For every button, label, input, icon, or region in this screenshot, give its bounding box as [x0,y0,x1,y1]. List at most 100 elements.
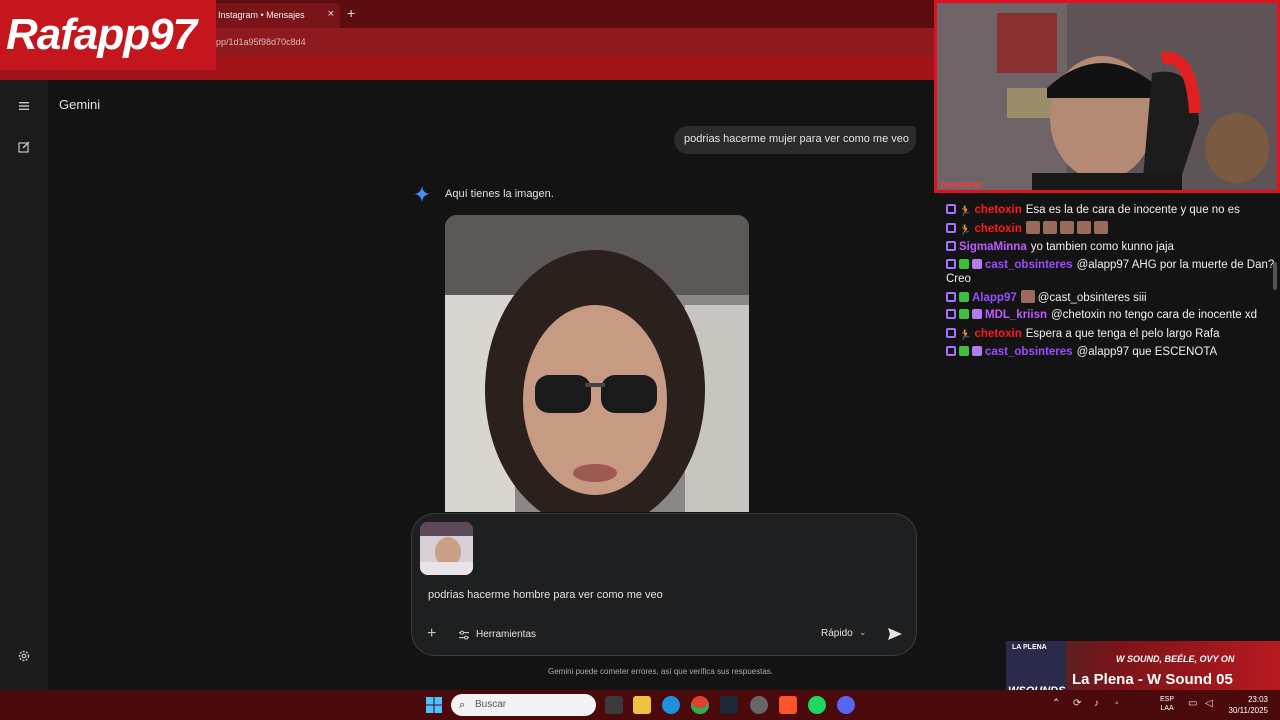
chat-username[interactable]: MDL_kriisn [985,309,1047,321]
chat-username[interactable]: chetoxin [974,223,1021,235]
tray-network-icon[interactable]: ◦ [1115,698,1119,709]
run-badge-icon: 🏃 [959,206,972,217]
gift-badge-icon [972,259,982,269]
attached-image-thumbnail[interactable] [420,522,473,575]
now-playing-artists: W SOUND, BEÉLE, OVY ON [1116,654,1235,664]
tab-instagram-messages[interactable]: Instagram • Mensajes × [210,3,340,28]
volume-icon[interactable]: ♪ [1094,698,1099,709]
assistant-reply-text: Aquí tienes la imagen. [445,188,554,200]
user-message-bubble: podrias hacerme mujer para ver como me v… [674,126,916,154]
system-clock[interactable]: 23:03 30/11/2025 [1224,694,1268,716]
chevron-down-icon[interactable]: ⌄ [859,627,867,638]
edit-icon[interactable] [16,139,32,155]
purple-badge-icon [946,241,956,251]
url-text: pp/1d1a95f98d70c8d4 [216,37,306,47]
chat-scrollbar[interactable] [1273,262,1277,290]
chat-text: @alapp97 que ESCENOTA [1076,346,1218,358]
search-icon: ⌕ [459,699,466,711]
emote-icon [1059,221,1074,234]
display-icon[interactable]: ▭ [1188,698,1197,709]
send-icon[interactable] [886,625,904,643]
gift-badge-icon [972,346,982,356]
clock-date: 30/11/2025 [1228,706,1268,715]
run-badge-icon: 🏃 [959,330,972,341]
app-title: Gemini [59,97,101,112]
chat-message: 🏃 chetoxin [946,221,1276,236]
generated-image[interactable] [445,215,749,512]
language-code: ESP [1160,696,1175,703]
now-playing-title: La Plena - W Sound 05 [1072,671,1233,688]
purple-badge-icon [946,346,956,356]
discord-icon[interactable] [837,696,855,714]
file-explorer-icon[interactable] [633,696,651,714]
chat-text: @cast_obsinteres siii [1037,292,1147,304]
green-badge-icon [959,346,969,356]
green-badge-icon [959,309,969,319]
tray-chevron-up-icon[interactable]: ⌃ [1052,698,1060,709]
chat-text: Esa es la de cara de inocente y que no e… [1025,204,1240,216]
prompt-input[interactable]: podrias hacerme hombre para ver como me … [428,589,663,601]
emote-icon [1093,221,1108,234]
purple-badge-icon [946,223,956,233]
emote-icon [1076,221,1091,234]
brave-icon[interactable] [779,696,797,714]
clock-time: 23:03 [1247,695,1268,704]
tools-button[interactable]: Herramientas [476,629,536,640]
chat-text: @chetoxin no tengo cara de inocente xd [1051,309,1258,321]
obs-icon[interactable] [750,696,768,714]
tab-close-button[interactable]: × [328,8,334,20]
spotify-icon[interactable] [808,696,826,714]
chat-username[interactable]: cast_obsinteres [985,346,1073,358]
gemini-spark-icon [414,186,430,202]
emote-icon [1020,290,1035,303]
new-tab-button[interactable]: + [347,5,355,21]
chat-username[interactable]: Alapp97 [972,292,1017,304]
stream-chat: 🏃 chetoxin Esa es la de cara de inocente y… [940,193,1280,368]
speaker-icon[interactable]: ◁ [1205,698,1213,709]
tray-sync-icon[interactable]: ⟳ [1073,698,1081,709]
chat-username[interactable]: cast_obsinteres [985,259,1073,271]
gear-icon[interactable] [16,648,32,664]
chat-message: 🏃 chetoxin Espera a que tenga el pelo larg… [946,327,1276,341]
purple-badge-icon [946,328,956,338]
chat-username[interactable]: SigmaMinna [959,241,1027,253]
green-badge-icon [959,259,969,269]
chat-message: cast_obsinteres @alapp97 AHG por la muert… [946,258,1276,286]
task-view-icon[interactable] [605,696,623,714]
model-mode-selector[interactable]: Rápido [821,628,853,639]
webcam-overlay: RAFAPP97 [934,0,1280,193]
emote-icon [1042,221,1057,234]
taskbar: ⌕ Buscar ⌃ ⟳ ♪ ◦ ESP LAA ▭ ◁ 23:03 30/11… [0,690,1280,720]
chat-message: 🏃 chetoxin Esa es la de cara de inocente y… [946,203,1276,217]
edge-icon[interactable] [662,696,680,714]
language-indicator[interactable]: ESP LAA [1160,695,1174,713]
steam-icon[interactable] [720,696,738,714]
run-badge-icon: 🏃 [959,225,972,236]
emote-icon [1025,221,1040,234]
chat-message: MDL_kriisn @chetoxin no tengo cara de ino… [946,308,1276,322]
tools-icon[interactable] [458,628,470,640]
chrome-icon[interactable] [691,696,709,714]
album-tag: LA PLENA [1012,644,1047,651]
search-placeholder: Buscar [475,699,507,710]
purple-badge-icon [946,292,956,302]
chat-username[interactable]: chetoxin [974,204,1021,216]
purple-badge-icon [946,204,956,214]
chat-message: SigmaMinna yo tambien como kunno jaja [946,240,1276,254]
chat-username[interactable]: chetoxin [974,328,1021,340]
chat-message: cast_obsinteres @alapp97 que ESCENOTA [946,345,1276,359]
chat-message: Alapp97 @cast_obsinteres siii [946,290,1276,305]
gemini-sidebar [0,80,48,690]
hamburger-icon[interactable] [16,98,32,114]
taskbar-search[interactable]: ⌕ Buscar [451,694,596,716]
add-attachment-button[interactable]: + [427,625,436,643]
green-badge-icon [959,292,969,302]
purple-badge-icon [946,309,956,319]
chat-text: Espera a que tenga el pelo largo Rafa [1025,328,1220,340]
cam-name-label: RAFAPP97 [941,181,983,190]
windows-start-icon[interactable] [426,697,442,713]
stream-logo: Rafapp97 [0,0,216,70]
tab-title: Instagram • Mensajes [218,10,305,20]
gift-badge-icon [972,309,982,319]
chat-text: yo tambien como kunno jaja [1030,241,1174,253]
